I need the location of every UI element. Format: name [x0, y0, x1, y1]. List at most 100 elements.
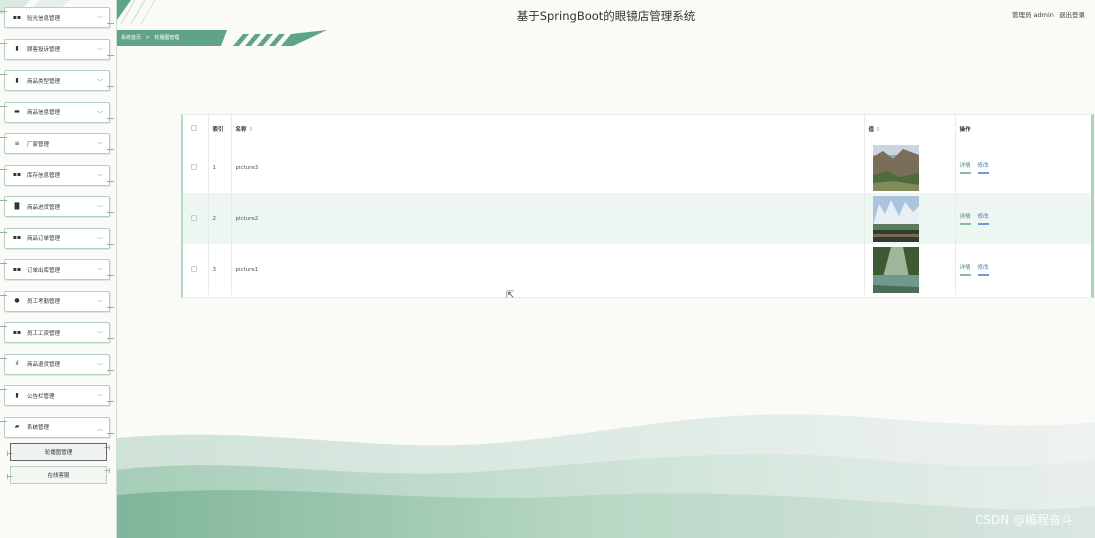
sidebar-item[interactable]: ▰ 系统管理 ︿	[0, 416, 114, 438]
sidebar-item-label: 商品信息管理	[27, 110, 61, 116]
folder-icon: ▰	[14, 423, 20, 430]
sidebar-item-label: 订单出库管理	[27, 267, 61, 274]
table-row: 3 picture1 详情 修改	[183, 244, 1091, 295]
arrow-left-icon: ⊢	[7, 472, 14, 481]
arrow-left-icon: ⊢	[7, 449, 14, 458]
chevron-down-icon: ﹀	[96, 394, 103, 401]
detail-button[interactable]: 详情	[959, 212, 971, 225]
breadcrumb-home[interactable]: 系统首页	[121, 35, 141, 41]
detail-button[interactable]: 详情	[959, 161, 971, 174]
chevron-down-icon: ﹀	[96, 79, 103, 86]
edit-button[interactable]: 修改	[977, 161, 989, 174]
user-icon: ●	[14, 297, 20, 304]
sidebar-menu: ▪▪ 验光信息管理 ﹀ ▮ 顾客投诉管理 ﹀ ▮ 商品类型管理 ﹀ ▬ 商品信息管理 ﹀ ≡ 厂家管理 ﹀ ▪…	[0, 0, 114, 484]
thumbnail-image	[872, 144, 919, 191]
row-checkbox[interactable]	[191, 265, 197, 272]
row-index: 3	[208, 244, 232, 295]
row-value-image	[864, 244, 956, 295]
grid-icon: ▪▪	[12, 13, 22, 21]
chevron-down-icon: ﹀	[96, 331, 103, 338]
edit-button[interactable]: 修改	[977, 212, 989, 225]
chevron-down-icon: ﹀	[96, 173, 103, 181]
sidebar-item[interactable]: ▮ 商品类型管理 ﹀	[0, 70, 114, 91]
data-table: 索引 名称 ⇕ 值 ⇕ 操作 1 picture3 详情 修改 2 picture2 详情修…	[181, 114, 1094, 298]
row-index: 2	[208, 193, 232, 244]
table-header-row: 索引 名称 ⇕ 值 ⇕ 操作	[183, 115, 1091, 142]
row-actions: 详情 修改	[955, 142, 1091, 193]
sort-icon[interactable]: ⇕	[248, 127, 253, 133]
chevron-down-icon: ﹀	[96, 236, 103, 244]
sidebar-item[interactable]: ▪▪ 员工工资管理 ﹀	[0, 322, 114, 343]
sidebar-item-label: 员工工资管理	[27, 330, 61, 337]
column-label-value: 值	[868, 126, 875, 133]
row-index: 1	[208, 142, 232, 193]
row-name: picture1	[231, 244, 865, 295]
breadcrumb: 系统首页 > 轮播图管理	[117, 30, 327, 46]
sidebar-item[interactable]: ▪▪ 验光信息管理 ﹀	[0, 7, 114, 28]
chart-icon: ıl	[15, 360, 19, 367]
sidebar-item-label: 公告栏管理	[27, 393, 55, 400]
grid-icon: ▪▪	[12, 234, 22, 241]
chevron-up-icon: ︿	[96, 425, 103, 433]
breadcrumb-separator: >	[145, 35, 150, 41]
column-header-index: 索引	[208, 115, 232, 142]
sidebar-subitem-label: 在线客服	[47, 472, 70, 479]
sidebar-item[interactable]: ıl 商品退货管理 ﹀	[0, 353, 114, 375]
sidebar-item-label: 商品订单管理	[27, 236, 61, 242]
bag-icon: ▮	[15, 76, 19, 84]
bag-icon: ▮	[15, 45, 19, 52]
sidebar-item-label: 商品进货管理	[27, 204, 61, 211]
bag-icon: ▮	[15, 391, 19, 399]
sidebar-item-label: 顾客投诉管理	[27, 47, 61, 53]
row-select-cell	[183, 142, 209, 193]
row-actions: 详情 修改	[955, 193, 1091, 244]
sidebar-item[interactable]: ▮ 公告栏管理 ﹀	[0, 385, 114, 406]
column-label-actions: 操作	[959, 126, 971, 133]
row-name: picture2	[231, 193, 865, 244]
sidebar-item[interactable]: ● 员工考勤管理 ﹀	[0, 290, 114, 312]
sidebar-subitem[interactable]: ⊢ 在线客服 ⊣	[7, 465, 110, 484]
sidebar-item[interactable]: ▬ 商品信息管理 ﹀	[0, 101, 114, 123]
column-header-name[interactable]: 名称 ⇕	[231, 115, 865, 142]
sidebar-item-label: 员工考勤管理	[27, 299, 61, 305]
list-icon: ≡	[14, 139, 20, 147]
user-area: 管理员 admin 退出登录	[1009, 9, 1085, 19]
thumbnail-image	[872, 246, 919, 293]
chevron-down-icon: ﹀	[96, 362, 103, 370]
user-label: 管理员 admin	[1011, 11, 1054, 19]
column-header-value[interactable]: 值 ⇕	[864, 115, 956, 142]
sidebar-item[interactable]: ▪▪ 商品订单管理 ﹀	[0, 227, 114, 249]
arrow-right-icon: ⊣	[103, 466, 110, 475]
logout-link[interactable]: 退出登录	[1059, 11, 1085, 19]
row-value-image	[864, 193, 956, 244]
thumbnail-image	[872, 195, 919, 242]
sidebar-item[interactable]: ▮ 顾客投诉管理 ﹀	[0, 38, 114, 60]
sidebar-item[interactable]: ▐▌ 商品进货管理 ﹀	[0, 196, 114, 217]
column-label-index: 索引	[212, 126, 224, 133]
sidebar-item[interactable]: ▪▪ 库存信息管理 ﹀	[0, 164, 114, 186]
table-row: 2 picture2 详情 修改	[183, 193, 1091, 244]
breadcrumb-current: 轮播图管理	[154, 35, 180, 41]
chevron-down-icon: ﹀	[96, 47, 103, 55]
sidebar: ▪▪ 验光信息管理 ﹀ ▮ 顾客投诉管理 ﹀ ▮ 商品类型管理 ﹀ ▬ 商品信息管理 ﹀ ≡ 厂家管理 ﹀ ▪…	[0, 0, 117, 538]
sort-icon[interactable]: ⇕	[876, 127, 881, 133]
chevron-down-icon: ﹀	[96, 16, 103, 23]
grid-icon: ▪▪	[12, 328, 22, 336]
chevron-down-icon: ﹀	[96, 110, 103, 118]
row-checkbox[interactable]	[191, 214, 197, 221]
sidebar-item-label: 厂家管理	[27, 141, 50, 148]
row-checkbox[interactable]	[191, 163, 197, 170]
table-row: 1 picture3 详情 修改	[183, 142, 1091, 193]
row-name: picture3	[231, 142, 865, 193]
sidebar-item[interactable]: ▪▪ 订单出库管理 ﹀	[0, 259, 114, 280]
select-all-checkbox[interactable]	[191, 124, 197, 131]
sidebar-item[interactable]: ≡ 厂家管理 ﹀	[0, 133, 114, 154]
chevron-down-icon: ﹀	[96, 268, 103, 275]
detail-button[interactable]: 详情	[959, 263, 971, 276]
sidebar-item-label: 系统管理	[27, 425, 50, 431]
sidebar-subitem[interactable]: ⊢ 轮播图管理 ⊣	[7, 442, 110, 461]
sidebar-subitem-label: 轮播图管理	[44, 449, 73, 456]
column-label-name: 名称	[235, 126, 247, 133]
grid-icon: ▪▪	[12, 265, 22, 273]
edit-button[interactable]: 修改	[977, 263, 989, 276]
